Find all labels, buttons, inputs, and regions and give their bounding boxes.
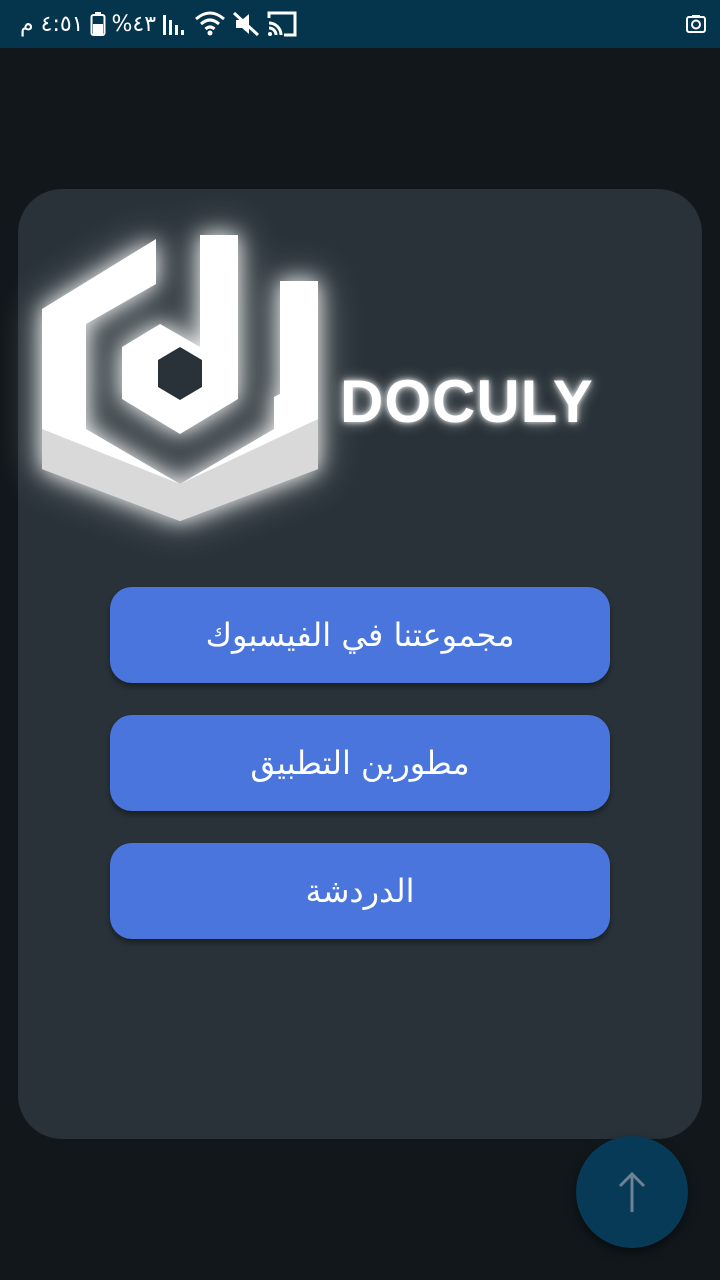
signal-icon — [162, 13, 188, 35]
screenshot-icon — [686, 14, 706, 34]
battery-icon — [90, 12, 106, 36]
mute-icon — [232, 10, 260, 38]
battery-percent: %٤٣ — [111, 11, 157, 37]
arrow-up-icon — [612, 1170, 652, 1214]
status-bar: ٤:٥١ م %٤٣ — [0, 0, 720, 48]
main-card: DOCULY مجموعتنا في الفيسبوك مطورين التطب… — [18, 189, 702, 1139]
status-indicators: ٤:٥١ م %٤٣ — [20, 10, 298, 38]
logo-mark-icon — [42, 235, 318, 521]
cast-icon — [266, 10, 298, 38]
scroll-up-button[interactable] — [576, 1136, 688, 1248]
brand-name: DOCULY — [340, 368, 594, 435]
app-logo: DOCULY — [42, 229, 682, 529]
clock-text: ٤:٥١ م — [20, 11, 84, 37]
wifi-icon — [194, 10, 226, 38]
chat-button[interactable]: الدردشة — [110, 843, 610, 939]
facebook-group-button[interactable]: مجموعتنا في الفيسبوك — [110, 587, 610, 683]
app-developers-button[interactable]: مطورين التطبيق — [110, 715, 610, 811]
status-right — [686, 14, 706, 34]
